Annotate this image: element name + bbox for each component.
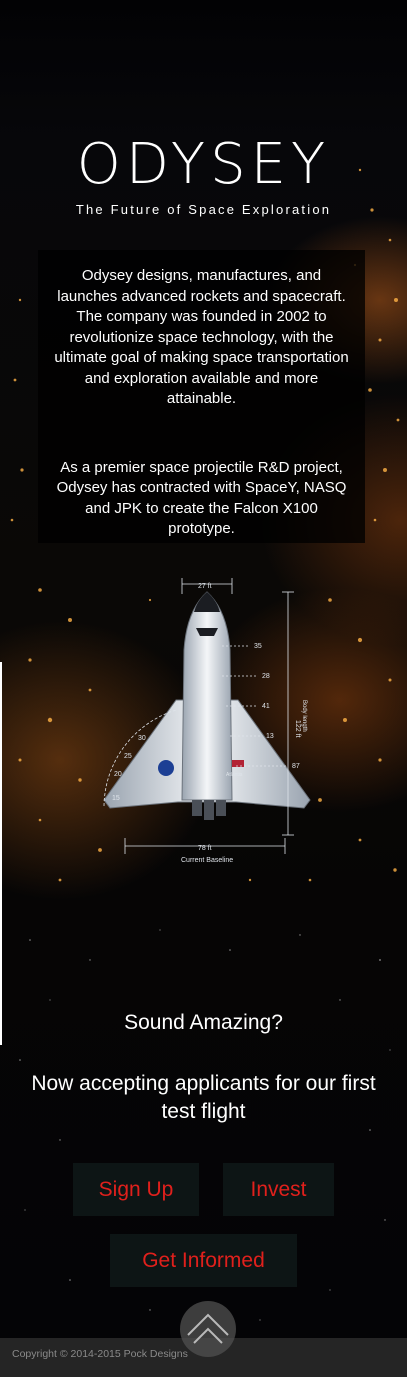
copyright-text: Copyright © 2014-2015 Pock Designs	[12, 1348, 188, 1360]
angle-1: 25	[124, 753, 132, 760]
angle-3: 15	[112, 795, 120, 802]
dimension-bottom-width: 78 ft	[198, 845, 212, 852]
tail-label: Atlantis	[226, 772, 243, 778]
about-panel: Odysey designs, manufactures, and launch…	[38, 250, 365, 543]
body-length-label: Body length	[301, 700, 307, 732]
get-informed-button[interactable]: Get Informed	[110, 1234, 297, 1287]
closing-question: Sound Amazing?	[124, 1011, 283, 1034]
hero: ODYSEY The Future of Space Exploration	[0, 130, 407, 217]
chevron-up-icon	[187, 1313, 229, 1344]
angle-0: 20	[114, 771, 122, 778]
invest-button[interactable]: Invest	[223, 1163, 334, 1216]
about-paragraph-2: As a premier space projectile R&D projec…	[56, 458, 347, 538]
shuttle-fuselage	[181, 591, 233, 801]
dimension-top-width: 27 ft	[198, 583, 212, 590]
closing-section: Sound Amazing? Now accepting applicants …	[0, 1008, 407, 1126]
marker-3: 13	[266, 733, 274, 740]
scroll-to-top-button[interactable]	[180, 1301, 236, 1357]
marker-1: 28	[262, 673, 270, 680]
marker-2: 41	[262, 703, 270, 710]
baseline-label: Current Baseline	[181, 857, 233, 864]
page: ODYSEY The Future of Space Exploration O…	[0, 0, 407, 1377]
shuttle-diagram: 27 ft 78 ft Current Baseline 35 28 41 13…	[103, 578, 311, 864]
closing-subtitle: Now accepting applicants for our first t…	[31, 1072, 376, 1123]
sign-up-button[interactable]: Sign Up	[73, 1163, 199, 1216]
angle-2: 30	[138, 735, 146, 742]
brand-title: ODYSEY	[76, 132, 331, 197]
tagline: The Future of Space Exploration	[75, 202, 332, 217]
marker-4: 87	[292, 763, 300, 770]
about-paragraph-1: Odysey designs, manufactures, and launch…	[54, 267, 349, 407]
marker-0: 35	[254, 643, 262, 650]
body-length-value: 122 ft	[294, 720, 301, 738]
